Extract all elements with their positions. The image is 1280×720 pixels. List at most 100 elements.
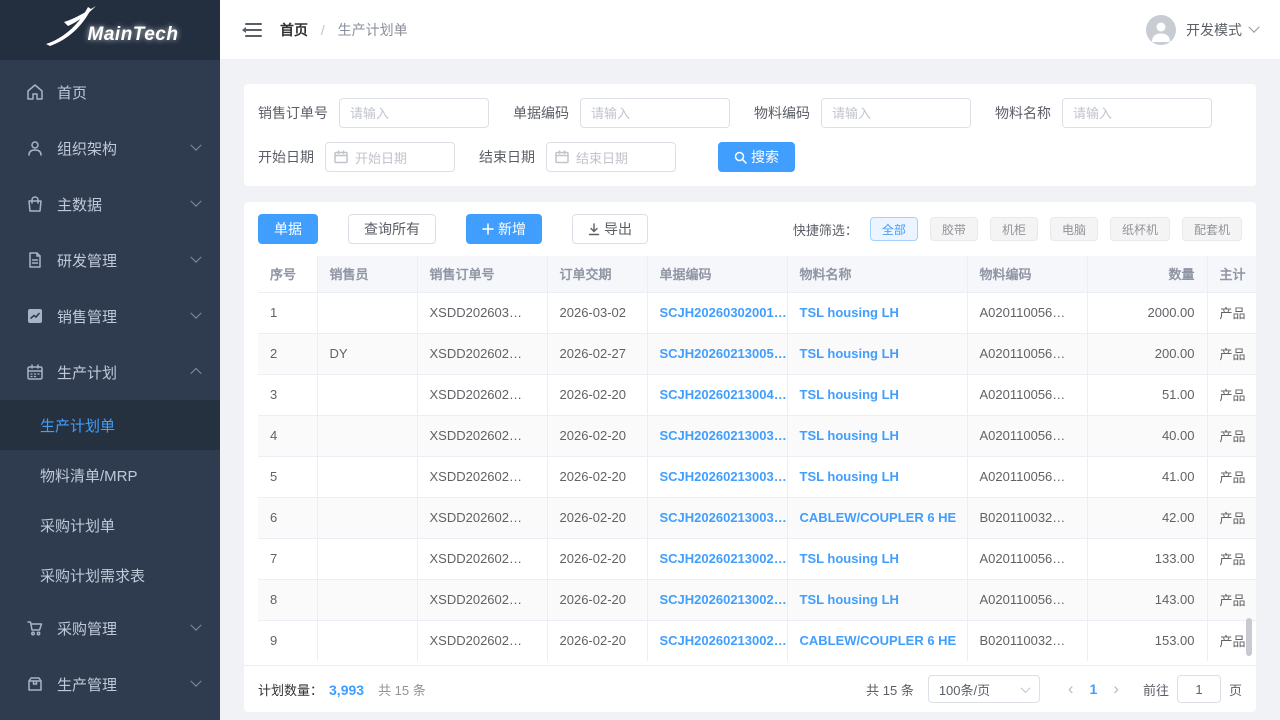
package-icon	[26, 675, 44, 693]
doc-code-link[interactable]: SCJH20260213002…	[647, 579, 787, 620]
cell-seq: 3	[258, 374, 317, 415]
sales-order-input[interactable]	[339, 98, 489, 128]
end-date-picker[interactable]: 结束日期	[546, 142, 676, 172]
sidebar-subitem-production-plan-order[interactable]: 生产计划单	[0, 400, 220, 450]
cell-qty: 41.00	[1087, 456, 1207, 497]
add-button[interactable]: 新增	[466, 214, 542, 244]
goto-page-input[interactable]	[1177, 675, 1221, 703]
material-name-link[interactable]: TSL housing LH	[787, 333, 967, 374]
current-page[interactable]: 1	[1084, 681, 1104, 697]
export-button[interactable]: 导出	[572, 214, 648, 244]
sidebar-item-production-management[interactable]: 生产管理	[0, 656, 220, 712]
breadcrumb-current: 生产计划单	[338, 22, 408, 38]
cell-sales-order: XSDD202602…	[417, 333, 547, 374]
quick-filter-all[interactable]: 全部	[870, 217, 918, 241]
doc-code-link[interactable]: SCJH20260213002…	[647, 620, 787, 661]
sidebar-subitem-label: 采购计划单	[40, 515, 115, 536]
chevron-down-icon	[190, 252, 201, 263]
cell-seq: 2	[258, 333, 317, 374]
page-size-select[interactable]: 100条/页	[928, 675, 1040, 703]
doc-code-link[interactable]: SCJH20260213003…	[647, 497, 787, 538]
doc-code-link[interactable]: SCJH20260302001…	[647, 292, 787, 333]
breadcrumb-home[interactable]: 首页	[280, 22, 308, 38]
plan-qty-value: 3,993	[329, 682, 364, 698]
next-page-button[interactable]: ›	[1103, 679, 1129, 699]
quick-filter-kit-machine[interactable]: 配套机	[1182, 217, 1242, 241]
material-name-link[interactable]: TSL housing LH	[787, 538, 967, 579]
query-all-button[interactable]: 查询所有	[348, 214, 436, 244]
cell-material-code: A020110056…	[967, 333, 1087, 374]
cell-delivery-date: 2026-02-20	[547, 374, 647, 415]
sidebar-item-production-plan[interactable]: 生产计划	[0, 344, 220, 400]
sidebar-fold-button[interactable]	[242, 22, 262, 38]
chevron-down-icon	[190, 620, 201, 631]
doc-code-link[interactable]: SCJH20260213004…	[647, 374, 787, 415]
material-name-link[interactable]: TSL housing LH	[787, 579, 967, 620]
material-name-input[interactable]	[1062, 98, 1212, 128]
user-menu[interactable]: 开发模式	[1146, 15, 1258, 45]
sidebar-item-rd-management[interactable]: 研发管理	[0, 232, 220, 288]
cell-unit-type: 产品	[1207, 333, 1256, 374]
query-all-label: 查询所有	[364, 219, 420, 239]
cell-sales-order: XSDD202603…	[417, 292, 547, 333]
material-name-link[interactable]: TSL housing LH	[787, 456, 967, 497]
user-mode-label: 开发模式	[1186, 20, 1242, 40]
filter-label: 物料编码	[754, 103, 810, 123]
cell-sales-order: XSDD202602…	[417, 620, 547, 661]
home-icon	[26, 83, 44, 101]
material-name-link[interactable]: CABLEW/COUPLER 6 HE	[787, 620, 967, 661]
calendar-icon	[26, 363, 44, 381]
sidebar-item-organization[interactable]: 组织架构	[0, 120, 220, 176]
quick-filter-computer[interactable]: 电脑	[1050, 217, 1098, 241]
doc-code-link[interactable]: SCJH20260213003…	[647, 415, 787, 456]
col-seq: 序号	[258, 256, 317, 292]
sidebar-subitem-purchase-plan-order[interactable]: 采购计划单	[0, 500, 220, 550]
quick-filter-tape[interactable]: 胶带	[930, 217, 978, 241]
cell-delivery-date: 2026-03-02	[547, 292, 647, 333]
quick-filter-paper-cup-machine[interactable]: 纸杯机	[1110, 217, 1170, 241]
doc-button[interactable]: 单据	[258, 214, 318, 244]
download-icon	[588, 223, 600, 236]
plus-icon	[482, 223, 494, 235]
sidebar-item-home[interactable]: 首页	[0, 64, 220, 120]
quick-filter-cabinet[interactable]: 机柜	[990, 217, 1038, 241]
cell-delivery-date: 2026-02-20	[547, 456, 647, 497]
cell-material-code: A020110056…	[967, 579, 1087, 620]
top-header: 首页 / 生产计划单 开发模式	[220, 0, 1280, 60]
search-button-label: 搜索	[751, 147, 779, 167]
material-name-link[interactable]: TSL housing LH	[787, 374, 967, 415]
col-doc-code: 单据编码	[647, 256, 787, 292]
search-button[interactable]: 搜索	[718, 142, 795, 172]
doc-code-link[interactable]: SCJH20260213002…	[647, 538, 787, 579]
cell-seq: 8	[258, 579, 317, 620]
sidebar-item-sales-management[interactable]: 销售管理	[0, 288, 220, 344]
sidebar-subitem-purchase-plan-demand[interactable]: 采购计划需求表	[0, 550, 220, 600]
table-row: 5 XSDD202602… 2026-02-20 SCJH20260213003…	[258, 456, 1256, 497]
chip-label: 纸杯机	[1122, 221, 1158, 238]
sidebar: MainTech 首页 组织架构 主数据 研发管理 销售管理 生	[0, 0, 220, 720]
material-name-link[interactable]: TSL housing LH	[787, 292, 967, 333]
doc-code-input[interactable]	[580, 98, 730, 128]
data-table-container: 序号 销售员 销售订单号 订单交期 单据编码 物料名称 物料编码 数量 主计	[244, 256, 1256, 661]
export-button-label: 导出	[604, 219, 632, 239]
material-code-input[interactable]	[821, 98, 971, 128]
doc-code-link[interactable]: SCJH20260213005…	[647, 333, 787, 374]
filter-label: 物料名称	[995, 103, 1051, 123]
user-icon	[26, 139, 44, 157]
material-name-link[interactable]: CABLEW/COUPLER 6 HE	[787, 497, 967, 538]
sidebar-item-purchase-management[interactable]: 采购管理	[0, 600, 220, 656]
sidebar-subitem-bom-mrp[interactable]: 物料清单/MRP	[0, 450, 220, 500]
chip-label: 电脑	[1062, 221, 1086, 238]
col-salesperson: 销售员	[317, 256, 417, 292]
cell-material-code: A020110056…	[967, 374, 1087, 415]
start-date-picker[interactable]: 开始日期	[325, 142, 455, 172]
cell-salesperson	[317, 497, 417, 538]
doc-code-link[interactable]: SCJH20260213003…	[647, 456, 787, 497]
material-name-link[interactable]: TSL housing LH	[787, 415, 967, 456]
cell-salesperson	[317, 456, 417, 497]
sidebar-item-master-data[interactable]: 主数据	[0, 176, 220, 232]
table-scrollbar[interactable]	[1246, 618, 1252, 656]
filter-start-date: 开始日期 开始日期	[258, 142, 455, 172]
cell-qty: 153.00	[1087, 620, 1207, 661]
prev-page-button[interactable]: ‹	[1058, 679, 1084, 699]
